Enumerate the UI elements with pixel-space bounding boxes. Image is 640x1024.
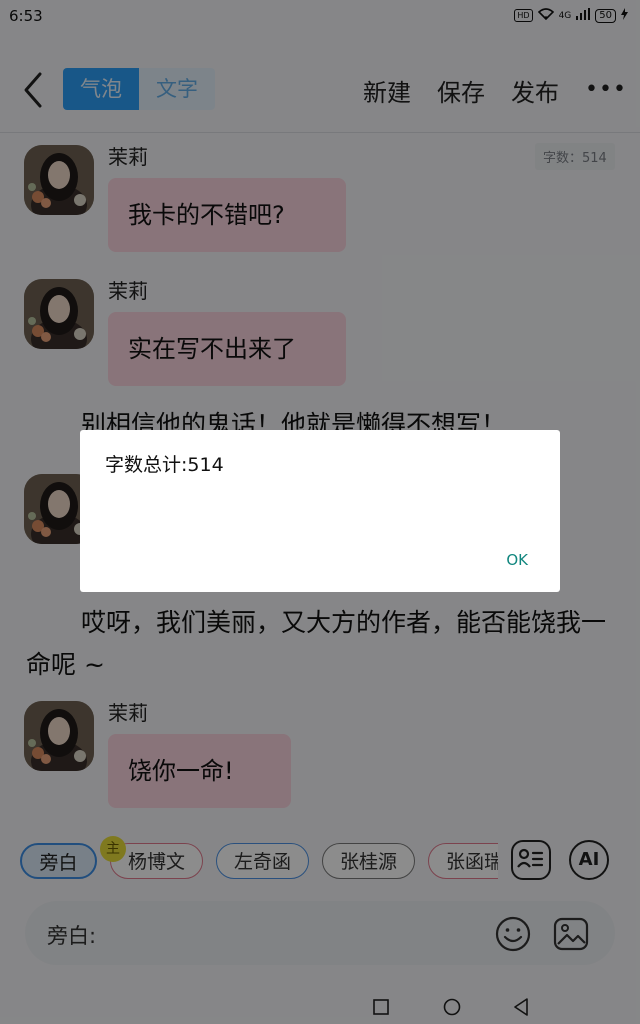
ok-button[interactable]: OK bbox=[506, 551, 528, 569]
word-count-dialog: 字数总计:514 OK bbox=[80, 430, 560, 592]
dialog-message: 字数总计:514 bbox=[105, 454, 224, 476]
